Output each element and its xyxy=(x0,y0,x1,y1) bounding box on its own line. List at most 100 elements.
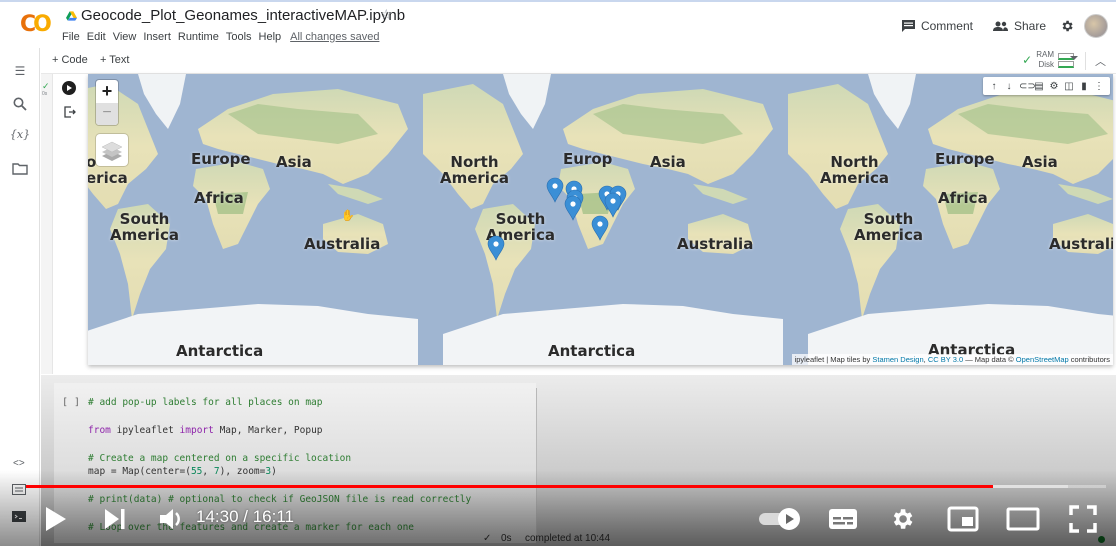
code-line: # Create a map centered on a specific lo… xyxy=(88,453,352,464)
connected-check-icon: ✓ xyxy=(1022,53,1033,67)
fullscreen-icon[interactable] xyxy=(1069,505,1097,533)
code-line: # add pop-up labels for all places on ma… xyxy=(88,397,323,408)
autoplay-toggle[interactable] xyxy=(757,507,803,531)
osm-link[interactable]: OpenStreetMap xyxy=(1016,355,1069,364)
comment-icon xyxy=(901,20,915,32)
attribution-prefix: ipyleaflet | Map tiles by xyxy=(794,355,873,364)
volume-icon[interactable] xyxy=(158,506,186,532)
module-name: ipyleaflet xyxy=(110,425,180,436)
link-icon[interactable]: ⊂⊃ xyxy=(1019,81,1036,92)
comment-button[interactable]: Comment xyxy=(901,19,973,33)
disk-meter xyxy=(1058,60,1074,68)
user-avatar[interactable] xyxy=(1084,14,1108,38)
hand-cursor-icon: ✋ xyxy=(341,210,355,222)
cell-toolbar: ↑ ↓ ⊂⊃ ▤ ⚙ ◫ ▮ ⋮ xyxy=(983,77,1110,95)
table-of-contents-icon[interactable]: ☰ xyxy=(12,64,28,80)
video-settings-icon[interactable] xyxy=(889,506,915,532)
play-icon[interactable] xyxy=(44,505,68,533)
move-down-icon[interactable]: ↓ xyxy=(1004,81,1014,92)
zoom-control: + − xyxy=(96,80,118,125)
add-text-button[interactable]: + Text xyxy=(100,54,129,66)
map-label-antarctica: Antarctica xyxy=(548,342,636,360)
map-label-south-america: South America xyxy=(110,210,179,244)
imports: Map, Marker, Popup xyxy=(213,425,323,436)
menu-bar: File Edit View Insert Runtime Tools Help… xyxy=(62,31,379,43)
disk-label: Disk xyxy=(1038,60,1054,69)
menu-view[interactable]: View xyxy=(113,31,137,43)
license-link[interactable]: CC BY 3.0 xyxy=(928,355,963,364)
delete-icon[interactable]: ▮ xyxy=(1079,81,1089,92)
attribution-suffix: contributors xyxy=(1068,355,1110,364)
map-attribution: ipyleaflet | Map tiles by Stamen Design,… xyxy=(791,354,1113,365)
stamen-link[interactable]: Stamen Design xyxy=(872,355,923,364)
folder-icon[interactable] xyxy=(12,161,28,177)
subtitles-icon[interactable] xyxy=(828,507,858,531)
comment-icon[interactable]: ▤ xyxy=(1034,81,1044,92)
variables-icon[interactable]: {x} xyxy=(9,128,31,144)
ram-disk-indicator[interactable]: ✓ RAM Disk xyxy=(1022,50,1074,70)
people-icon xyxy=(992,21,1008,31)
output-actions-icon[interactable] xyxy=(64,106,76,118)
map-label-africa: Africa xyxy=(194,189,244,207)
played-bar xyxy=(26,485,993,488)
keyword: import xyxy=(179,425,214,436)
menu-help[interactable]: Help xyxy=(259,31,282,43)
settings-gear-icon[interactable] xyxy=(1060,19,1074,33)
code-line: from ipyleaflet import Map, Marker, Popu… xyxy=(88,425,323,436)
menu-file[interactable]: File xyxy=(62,31,80,43)
miniplayer-icon[interactable] xyxy=(947,506,979,532)
map-label-asia: Asia xyxy=(1022,153,1058,171)
add-code-button[interactable]: + Code xyxy=(52,54,88,66)
layers-icon xyxy=(101,141,123,161)
more-options-icon[interactable]: ⋮ xyxy=(1094,81,1104,92)
exec-time: 0s xyxy=(42,91,48,97)
map-label-europe: Europ xyxy=(563,150,613,168)
map-label-asia: Asia xyxy=(276,153,312,171)
next-video-icon[interactable] xyxy=(103,507,127,531)
video-progress-bar[interactable] xyxy=(26,485,1106,488)
map-label-australia: Australia xyxy=(1049,235,1113,253)
attribution-mid: — Map data © xyxy=(963,355,1016,364)
notebook-toolbar: + Code + Text ✓ RAM Disk ︿ xyxy=(41,48,1116,74)
star-icon[interactable]: ☆ xyxy=(380,6,393,23)
mirror-cell-icon[interactable]: ◫ xyxy=(1064,81,1074,92)
code-snippets-icon[interactable]: <> xyxy=(13,458,25,469)
map-label-europe: Europe xyxy=(191,150,251,168)
map-label-south-america: South America xyxy=(854,210,923,244)
comment-label: Comment xyxy=(920,19,973,33)
search-icon[interactable] xyxy=(12,96,28,112)
map-label-north-america: North America xyxy=(440,153,509,187)
toolbar-divider xyxy=(1085,52,1086,70)
runtime-dropdown-icon[interactable] xyxy=(1070,56,1078,60)
menu-insert[interactable]: Insert xyxy=(143,31,171,43)
map-marker-pin[interactable] xyxy=(564,195,582,221)
zoom-in-button[interactable]: + xyxy=(96,80,118,102)
layers-control-button[interactable] xyxy=(96,134,128,166)
notebook-title[interactable]: Geocode_Plot_Geonames_interactiveMAP.ipy… xyxy=(81,7,405,24)
save-status-link[interactable]: All changes saved xyxy=(290,31,379,43)
menu-tools[interactable]: Tools xyxy=(226,31,252,43)
settings-gear-icon[interactable]: ⚙ xyxy=(1049,81,1059,92)
menu-runtime[interactable]: Runtime xyxy=(178,31,219,43)
collapse-header-icon[interactable]: ︿ xyxy=(1095,53,1106,69)
video-time-readout: 14:30 / 16:11 xyxy=(196,507,294,526)
zoom-out-button[interactable]: − xyxy=(96,103,118,125)
keyword: from xyxy=(88,425,111,436)
cell-run-indicator[interactable]: [ ] xyxy=(62,397,80,408)
cell-gutter xyxy=(41,74,53,374)
google-drive-icon xyxy=(66,11,77,21)
move-up-icon[interactable]: ↑ xyxy=(989,81,999,92)
colab-logo[interactable]: CO xyxy=(20,12,52,37)
map-label-north-america: North America xyxy=(820,153,889,187)
leaflet-map[interactable]: Europe Asia Africa South America Austral… xyxy=(88,74,1113,365)
map-marker-pin[interactable] xyxy=(591,215,609,241)
map-label-asia: Asia xyxy=(650,153,686,171)
menu-edit[interactable]: Edit xyxy=(87,31,106,43)
map-marker-pin[interactable] xyxy=(487,235,505,261)
theater-mode-icon[interactable] xyxy=(1006,506,1040,532)
map-marker-pin[interactable] xyxy=(546,177,564,203)
map-label-europe: Europe xyxy=(935,150,995,168)
share-button[interactable]: Share xyxy=(992,19,1046,33)
run-cell-button[interactable] xyxy=(62,81,76,95)
map-label-africa: Africa xyxy=(938,189,988,207)
